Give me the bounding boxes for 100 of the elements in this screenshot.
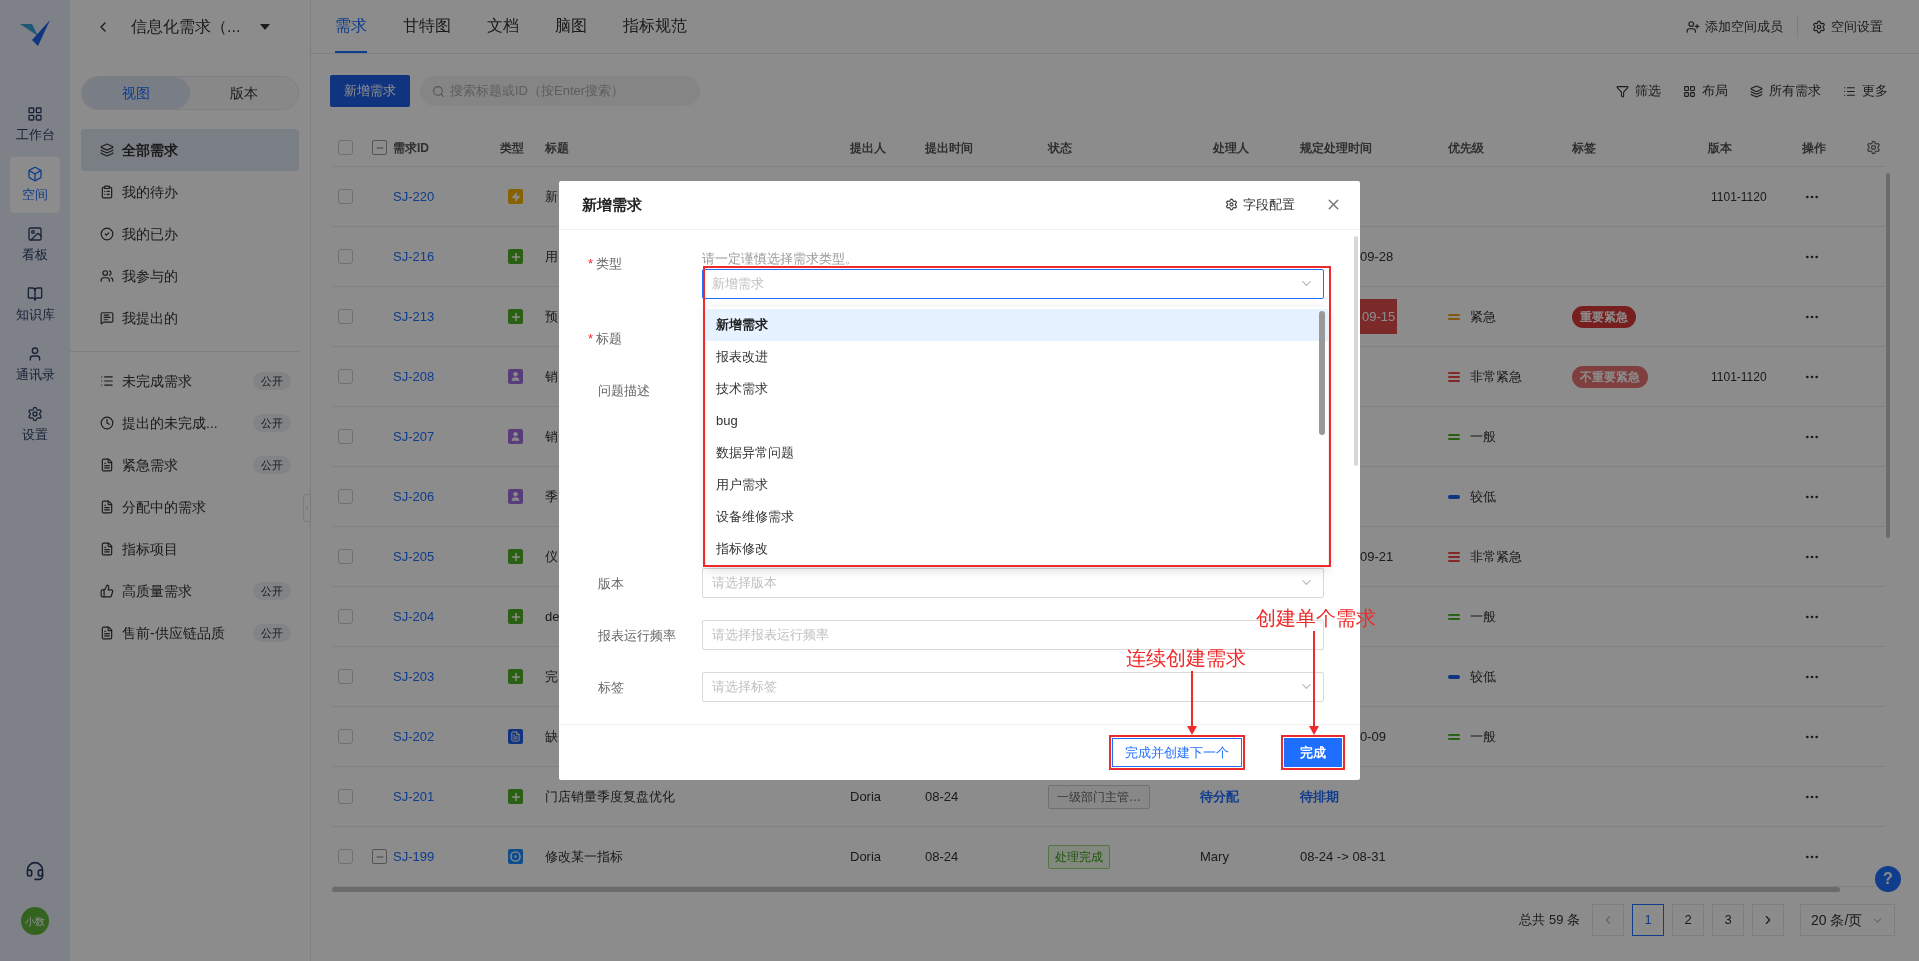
toolbar-action[interactable]: 更多 <box>1843 81 1888 101</box>
rail-item[interactable]: 空间 <box>10 157 60 213</box>
page-button[interactable]: 1 <box>1632 904 1664 936</box>
nav-tab[interactable]: 文档 <box>487 0 519 53</box>
thumbs-up-icon <box>100 584 114 598</box>
view-item[interactable]: 我的已办 <box>81 213 299 255</box>
modal-scrollbar[interactable] <box>1354 235 1358 466</box>
row-checkbox[interactable] <box>338 549 353 564</box>
requirement-id-link[interactable]: SJ-208 <box>393 366 435 387</box>
segment-tab[interactable]: 版本 <box>190 77 298 109</box>
requirement-id-link[interactable]: SJ-205 <box>393 546 435 567</box>
assign-link[interactable]: 待分配 <box>1200 786 1239 807</box>
row-checkbox[interactable] <box>338 669 353 684</box>
page-size-select[interactable]: 20 条/页 <box>1800 904 1895 936</box>
next-page-button[interactable] <box>1752 904 1784 936</box>
requirement-id-link[interactable]: SJ-203 <box>393 666 435 687</box>
dropdown-option[interactable]: 指标修改 <box>706 532 1328 565</box>
view-item[interactable]: 我的待办 <box>81 171 299 213</box>
nav-tab[interactable]: 脑图 <box>555 0 587 53</box>
dropdown-scrollbar[interactable] <box>1319 310 1325 435</box>
view-item[interactable]: 我提出的 <box>81 297 299 339</box>
help-button[interactable]: ? <box>1875 866 1901 892</box>
row-checkbox[interactable] <box>338 369 353 384</box>
row-checkbox[interactable] <box>338 729 353 744</box>
headset-icon[interactable] <box>25 861 45 881</box>
view-item[interactable]: 紧急需求 公开 <box>81 444 299 486</box>
view-item[interactable]: 提出的未完成... 公开 <box>81 402 299 444</box>
dropdown-option[interactable]: 数据异常问题 <box>706 436 1328 469</box>
requirement-id-link[interactable]: SJ-206 <box>393 486 435 507</box>
space-title[interactable]: 信息化需求（... <box>131 15 241 39</box>
title-cell[interactable]: 门店销量季度复盘优化 <box>545 786 675 807</box>
toolbar-action[interactable]: 所有需求 <box>1750 81 1821 101</box>
title-cell[interactable]: 仪 <box>545 546 558 567</box>
title-cell[interactable]: 季 <box>545 486 558 507</box>
status-badge: 一级部门主管… <box>1048 784 1150 809</box>
nav-tab[interactable]: 甘特图 <box>403 0 451 53</box>
title-cell[interactable]: 预 <box>545 306 558 327</box>
requirement-id-link[interactable]: SJ-202 <box>393 726 435 747</box>
caret-icon[interactable] <box>260 24 271 30</box>
requirement-id-link[interactable]: SJ-207 <box>393 426 435 447</box>
dropdown-option[interactable]: 设备维修需求 <box>706 500 1328 533</box>
title-cell[interactable]: de <box>545 606 560 627</box>
rail-item[interactable]: 通讯录 <box>10 337 60 393</box>
row-checkbox[interactable] <box>338 849 353 864</box>
rail-item[interactable]: 看板 <box>10 217 60 273</box>
requirement-id-link[interactable]: SJ-213 <box>393 306 435 327</box>
dropdown-option[interactable]: 用户需求 <box>706 468 1328 501</box>
settings-icon[interactable] <box>1866 140 1881 155</box>
row-checkbox[interactable] <box>338 429 353 444</box>
dropdown-option[interactable]: 新增需求 <box>706 308 1328 341</box>
page-button[interactable]: 3 <box>1712 904 1744 936</box>
title-cell[interactable]: 用 <box>545 246 558 267</box>
done-button[interactable]: 完成 <box>1284 737 1342 767</box>
new-requirement-button[interactable]: 新增需求 <box>330 75 410 107</box>
title-cell[interactable]: 修改某一指标 <box>545 846 623 867</box>
row-checkbox[interactable] <box>338 789 353 804</box>
row-checkbox[interactable] <box>338 189 353 204</box>
row-checkbox[interactable] <box>338 140 353 155</box>
view-item[interactable]: 分配中的需求 <box>81 486 299 528</box>
rail-item[interactable]: 知识库 <box>10 277 60 333</box>
vertical-scrollbar[interactable] <box>1886 173 1890 538</box>
collapse-icon[interactable] <box>372 849 387 864</box>
previous-page-button[interactable] <box>1592 904 1624 936</box>
horizontal-scrollbar[interactable] <box>332 887 1840 892</box>
header-action[interactable]: 添加空间成员 <box>1686 16 1783 37</box>
view-item[interactable]: 高质量需求 公开 <box>81 570 299 612</box>
schedule-link[interactable]: 待排期 <box>1300 786 1339 807</box>
header-action[interactable]: 空间设置 <box>1812 16 1883 37</box>
title-cell[interactable]: 新 <box>545 186 558 207</box>
toolbar-action[interactable]: 筛选 <box>1616 81 1661 101</box>
rail-item[interactable]: 设置 <box>10 397 60 453</box>
nav-tab[interactable]: 需求 <box>335 0 367 53</box>
row-checkbox[interactable] <box>338 249 353 264</box>
title-cell[interactable]: 缺 <box>545 726 558 747</box>
requirement-id-link[interactable]: SJ-220 <box>393 186 435 207</box>
assignee-cell-text: Mary <box>1200 847 1229 866</box>
view-item[interactable]: 全部需求 <box>81 129 299 171</box>
rail-item[interactable]: 工作台 <box>10 97 60 153</box>
view-item[interactable]: 售前-供应链品质 公开 <box>81 612 299 654</box>
requirement-id-link[interactable]: SJ-199 <box>393 846 435 867</box>
field-config-button[interactable]: 字段配置 <box>1225 195 1295 215</box>
row-checkbox[interactable] <box>338 489 353 504</box>
row-checkbox[interactable] <box>338 309 353 324</box>
visibility-badge: 公开 <box>253 371 291 391</box>
done-and-next-button[interactable]: 完成并创建下一个 <box>1112 737 1242 767</box>
title-cell[interactable]: 完 <box>545 666 558 687</box>
requirement-id-link[interactable]: SJ-204 <box>393 606 435 627</box>
page-button[interactable]: 2 <box>1672 904 1704 936</box>
field-label: 标签 <box>598 678 624 697</box>
title-cell[interactable]: 销 <box>545 366 558 387</box>
view-item[interactable]: 我参与的 <box>81 255 299 297</box>
row-checkbox[interactable] <box>338 609 353 624</box>
toolbar-action[interactable]: 布局 <box>1683 81 1728 101</box>
requirement-id-link[interactable]: SJ-201 <box>393 786 435 807</box>
view-item[interactable]: 未完成需求 公开 <box>81 360 299 402</box>
requirement-id-link[interactable]: SJ-216 <box>393 246 435 267</box>
nav-tab[interactable]: 指标规范 <box>623 0 687 53</box>
collapse-all-icon[interactable] <box>372 140 387 155</box>
view-item[interactable]: 指标项目 <box>81 528 299 570</box>
title-cell[interactable]: 销 <box>545 426 558 447</box>
